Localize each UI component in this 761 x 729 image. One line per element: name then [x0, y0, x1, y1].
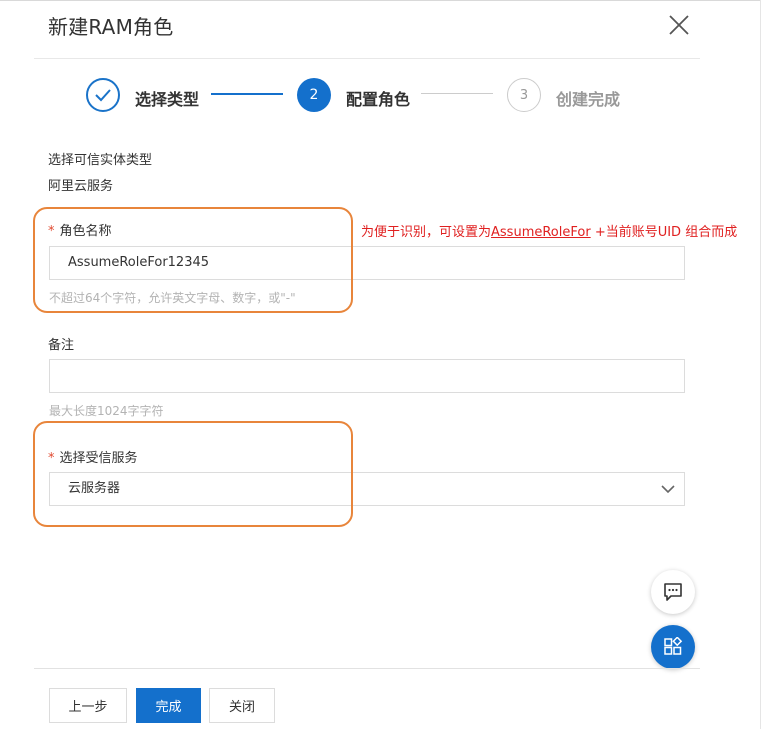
entity-type-value: 阿里云服务: [48, 179, 114, 194]
chat-icon: [664, 583, 682, 601]
remark-input[interactable]: [49, 359, 685, 393]
step-3-label: 创建完成: [556, 90, 621, 109]
step-2-indicator: 2: [297, 78, 331, 112]
annotation-prefix: 为便于识别，可设置为: [361, 225, 492, 240]
annotation-note: 为便于识别，可设置为AssumeRoleFor +当前账号UID 组合而成: [361, 221, 737, 240]
check-icon: [95, 89, 111, 102]
footer-divider: [34, 668, 700, 669]
previous-button[interactable]: 上一步: [49, 688, 127, 723]
step-1-indicator: [86, 78, 120, 112]
finish-button[interactable]: 完成: [136, 688, 201, 723]
step-connector-2: [421, 93, 493, 94]
close-icon: [669, 15, 689, 35]
top-border: [0, 0, 761, 1]
step-1-label: 选择类型: [135, 90, 200, 109]
remark-label: 备注: [48, 338, 75, 353]
annotation-box-trusted-service: [33, 421, 353, 527]
entity-type-label: 选择可信实体类型: [48, 153, 153, 168]
chevron-down-icon: [661, 485, 675, 494]
apps-icon: [664, 637, 683, 655]
step-2-label: 配置角色: [346, 90, 411, 109]
close-button[interactable]: [666, 12, 692, 38]
annotation-box-role-name: [33, 207, 353, 313]
dialog-title: 新建RAM角色: [48, 15, 174, 39]
step-3-indicator: 3: [507, 78, 541, 112]
chat-button[interactable]: [651, 570, 695, 614]
header-divider: [34, 58, 700, 59]
apps-button[interactable]: [651, 625, 695, 669]
close-dialog-button[interactable]: 关闭: [209, 688, 275, 723]
step-connector-1: [211, 93, 283, 95]
annotation-suffix: +当前账号UID 组合而成: [590, 225, 738, 240]
annotation-underlined: AssumeRoleFor: [491, 225, 591, 240]
remark-hint: 最大长度1024字字符: [49, 404, 164, 418]
